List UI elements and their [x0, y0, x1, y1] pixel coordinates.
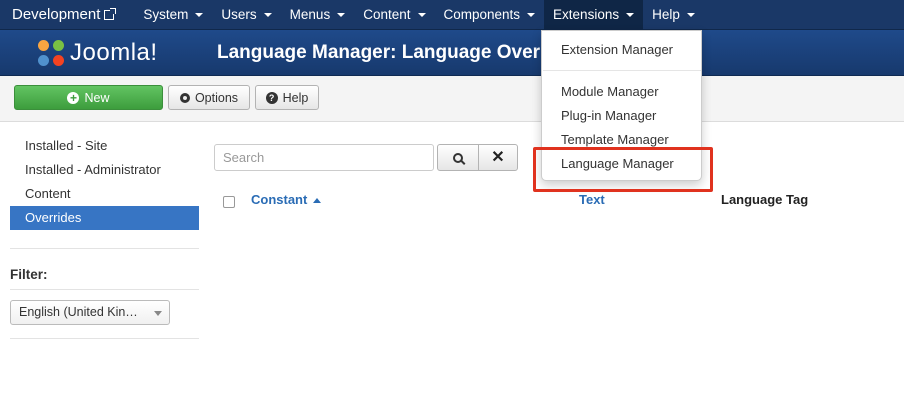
sort-ascending-icon — [313, 198, 322, 204]
nav-menu-system[interactable]: System — [134, 0, 212, 30]
nav-menu-components[interactable]: Components — [435, 0, 545, 30]
sidebar-divider — [10, 289, 199, 290]
filter-heading: Filter: — [10, 267, 48, 282]
top-navbar: Development System Users Menus Content C… — [0, 0, 904, 30]
sidebar-divider — [10, 248, 199, 249]
nav-menu-help[interactable]: Help — [643, 0, 704, 30]
nav-menu-users[interactable]: Users — [212, 0, 280, 30]
plus-circle-icon: + — [67, 91, 80, 104]
search-button[interactable] — [437, 144, 479, 171]
sidebar-item-content[interactable]: Content — [10, 182, 199, 206]
search-icon — [453, 152, 463, 163]
caret-down-icon — [195, 12, 204, 17]
highlight-annotation — [533, 147, 713, 192]
toolbar: + New Options ? Help — [0, 76, 904, 122]
page-header: Joomla! Language Manager: Language Overr — [0, 30, 904, 76]
sidebar-divider — [10, 338, 199, 339]
menu-item-plugin-manager[interactable]: Plug-in Manager — [542, 105, 701, 127]
external-link-icon — [104, 7, 117, 20]
joomla-logo-icon — [36, 38, 66, 68]
caret-down-icon — [527, 12, 536, 17]
nav-menu-content[interactable]: Content — [354, 0, 434, 30]
help-button[interactable]: ? Help — [255, 85, 319, 110]
sidebar-item-installed-site[interactable]: Installed - Site — [10, 134, 199, 158]
gear-icon — [179, 92, 190, 103]
sidebar-item-installed-administrator[interactable]: Installed - Administrator — [10, 158, 199, 182]
clear-search-button[interactable]: ✕ — [478, 144, 518, 171]
new-button[interactable]: + New — [14, 85, 163, 110]
joomla-logo[interactable]: Joomla! — [36, 36, 158, 70]
nav-menu-menus[interactable]: Menus — [281, 0, 355, 30]
caret-down-icon — [417, 12, 426, 17]
site-brand-link[interactable]: Development — [0, 0, 134, 30]
caret-down-icon — [154, 311, 162, 316]
column-header-text[interactable]: Text — [579, 192, 605, 207]
column-header-constant[interactable]: Constant — [251, 192, 322, 207]
brand-label: Development — [12, 6, 101, 23]
page-title: Language Manager: Language Overr — [217, 42, 548, 63]
question-circle-icon: ? — [265, 91, 278, 104]
nav-menu-extensions[interactable]: Extensions — [544, 0, 644, 30]
logo-text: Joomla! — [70, 39, 158, 66]
sidebar: Installed - Site Installed - Administrat… — [10, 134, 199, 230]
language-filter-select[interactable]: English (United Kin… — [10, 300, 170, 325]
search-input[interactable] — [214, 144, 434, 171]
close-icon: ✕ — [491, 148, 505, 166]
caret-down-icon — [263, 12, 272, 17]
sidebar-item-overrides[interactable]: Overrides — [10, 206, 199, 230]
caret-down-icon — [626, 12, 635, 17]
menu-item-module-manager[interactable]: Module Manager — [542, 81, 701, 103]
caret-down-icon — [337, 12, 346, 17]
options-button[interactable]: Options — [168, 85, 250, 110]
check-all-checkbox[interactable] — [223, 196, 235, 208]
column-header-language-tag: Language Tag — [721, 192, 809, 207]
menu-item-extension-manager[interactable]: Extension Manager — [542, 39, 701, 61]
menu-divider — [543, 70, 701, 71]
caret-down-icon — [686, 12, 695, 17]
